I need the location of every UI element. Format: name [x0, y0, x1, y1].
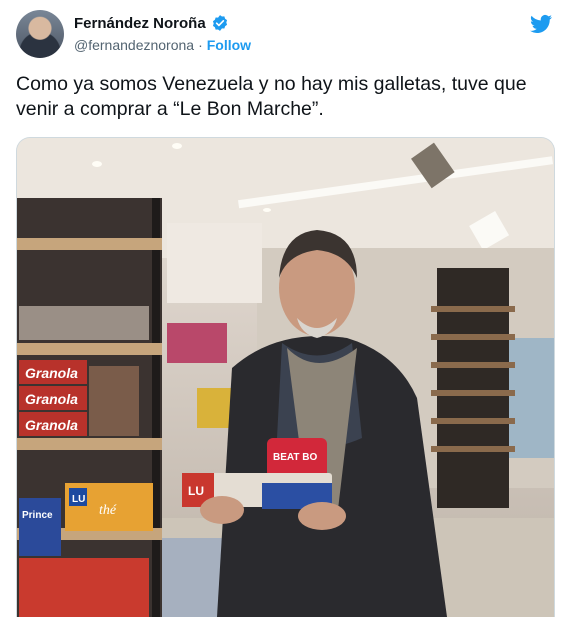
author-display-name[interactable]: Fernández Noroña — [74, 15, 206, 32]
shelf-label: Prince — [22, 510, 53, 521]
tweet-text: Como ya somos Venezuela y no hay mis gal… — [16, 72, 552, 122]
shelf-label: thé — [99, 503, 117, 518]
shelf-label: BEAT BO — [273, 452, 317, 463]
shelf-label: LU — [188, 484, 204, 498]
author-name-row: Fernández Noroña — [74, 14, 229, 32]
meta-separator: · — [198, 37, 203, 53]
author-handle[interactable]: @fernandeznorona — [74, 37, 194, 53]
photo-scene: Granola Granola Granola Prince LU thé BE… — [17, 138, 554, 617]
shelf-label: Granola — [25, 365, 78, 381]
shelf-label: Granola — [25, 417, 78, 433]
tweet-photo[interactable]: Granola Granola Granola Prince LU thé BE… — [16, 137, 555, 617]
follow-button[interactable]: Follow — [207, 37, 251, 53]
verified-badge-icon — [212, 15, 227, 31]
tweet-text-line: Como ya somos Venezuela y no hay mis gal… — [16, 73, 527, 95]
twitter-bird-icon[interactable] — [529, 12, 553, 36]
avatar[interactable] — [16, 10, 64, 58]
tweet-header: Fernández Noroña @fernandeznorona · Foll… — [16, 10, 553, 60]
shelf-label: LU — [72, 494, 85, 505]
author-meta-row: @fernandeznorona · Follow — [74, 37, 251, 53]
shelf-label: Granola — [25, 391, 78, 407]
tweet-text-line: venir a comprar a “Le Bon Marche”. — [16, 98, 324, 120]
